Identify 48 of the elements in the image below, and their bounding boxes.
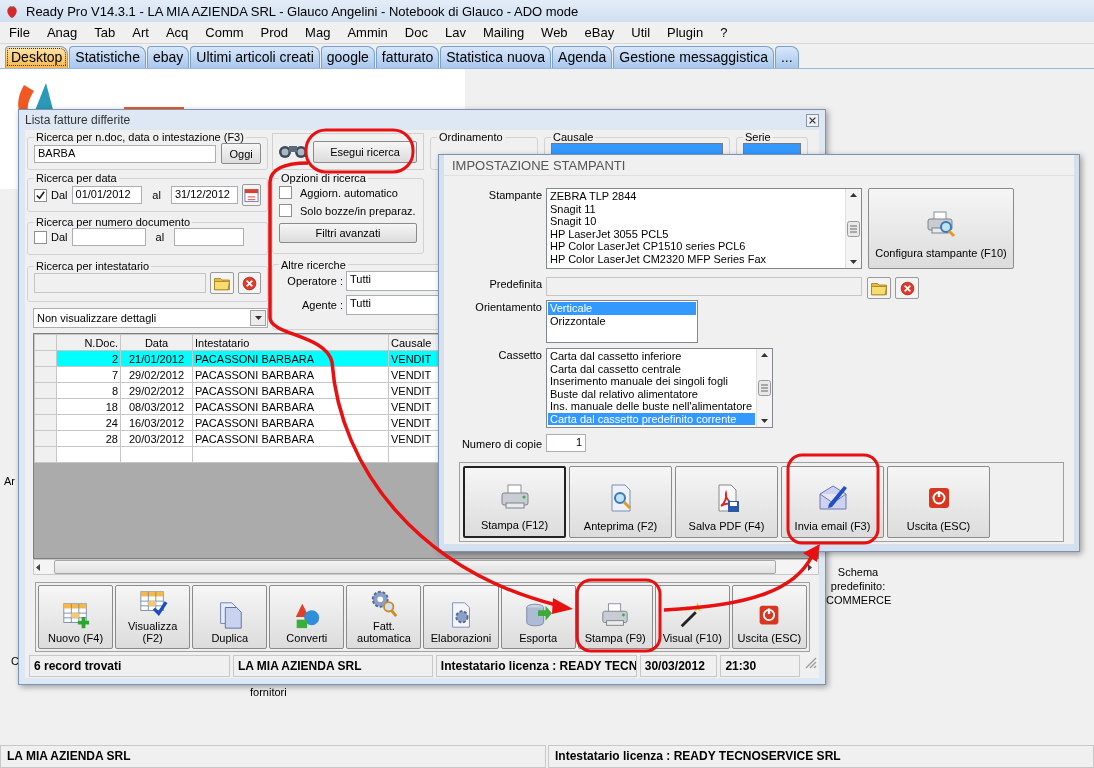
field-label: Stampante xyxy=(487,188,542,201)
status-text: LA MIA AZIENDA SRL xyxy=(0,745,546,768)
table-cell: 29/02/2012 xyxy=(120,366,193,383)
window-title: Ready Pro V14.3.1 - LA MIA AZIENDA SRL - Glauco Angelini - Notebook di Glauco - ADO mode xyxy=(26,3,579,19)
dialog-title: Lista fatture differite xyxy=(25,113,131,127)
group-title: Ricerca per intestatario xyxy=(35,260,151,272)
group-title: Altre ricerche xyxy=(280,258,347,271)
table-cell: PACASSONI BARBARA xyxy=(192,430,389,447)
checkbox-label: Aggiorn. automatico xyxy=(300,186,398,199)
dropdown-value: Non visualizzare dettagli xyxy=(37,312,157,324)
field-label: Dal xyxy=(51,189,68,201)
table-cell: 8 xyxy=(56,382,121,399)
field-label: al xyxy=(155,231,165,243)
status-text: 30/03/2012 xyxy=(639,655,718,677)
table-cell: PACASSONI BARBARA xyxy=(192,398,389,415)
field-label: Dal xyxy=(51,231,68,243)
table-cell: 18 xyxy=(56,398,121,415)
status-text: 6 record trovati xyxy=(29,655,230,677)
group-title: Ricerca per data xyxy=(35,172,118,184)
table-cell: PACASSONI BARBARA xyxy=(192,382,389,399)
table-cell: 28 xyxy=(56,430,121,447)
table-cell: 16/03/2012 xyxy=(120,414,193,431)
group-title: Serie xyxy=(744,131,772,143)
field-label: Predefinita xyxy=(488,277,542,290)
field-label: Orientamento xyxy=(474,300,542,313)
field-label: Agente : xyxy=(301,298,343,311)
dialog-title: IMPOSTAZIONE STAMPANTI xyxy=(452,157,626,173)
table-cell: 20/03/2012 xyxy=(120,430,193,447)
table-cell: 7 xyxy=(56,366,121,383)
table-cell: PACASSONI BARBARA xyxy=(192,366,389,383)
field-label: Numero di copie xyxy=(460,436,542,450)
status-text: Intestatario licenza : READY TECNOSERVICE SRL xyxy=(548,745,1094,768)
table-cell: 29/02/2012 xyxy=(120,382,193,399)
status-text: 21:30 xyxy=(720,655,800,677)
status-text: Intestatario licenza : READY TECN xyxy=(435,655,637,677)
group-title: Ricerca per n.doc, data o intestazione (F3) xyxy=(35,131,245,143)
table-cell: PACASSONI BARBARA xyxy=(192,414,389,431)
field-label: Cassetto xyxy=(497,348,542,361)
group-title: Ricerca per numero documento xyxy=(35,216,192,228)
group-title: Causale xyxy=(552,131,595,143)
field-label: Operatore : xyxy=(286,274,343,287)
checkbox-label: Solo bozze/in preparaz. xyxy=(300,204,416,217)
status-text: LA MIA AZIENDA SRL xyxy=(232,655,433,677)
group-title: Ordinamento xyxy=(438,131,504,143)
field-label: al xyxy=(152,189,161,201)
table-cell: 08/03/2012 xyxy=(120,398,193,415)
group-title: Opzioni di ricerca xyxy=(280,172,367,184)
table-cell: 24 xyxy=(56,414,121,431)
